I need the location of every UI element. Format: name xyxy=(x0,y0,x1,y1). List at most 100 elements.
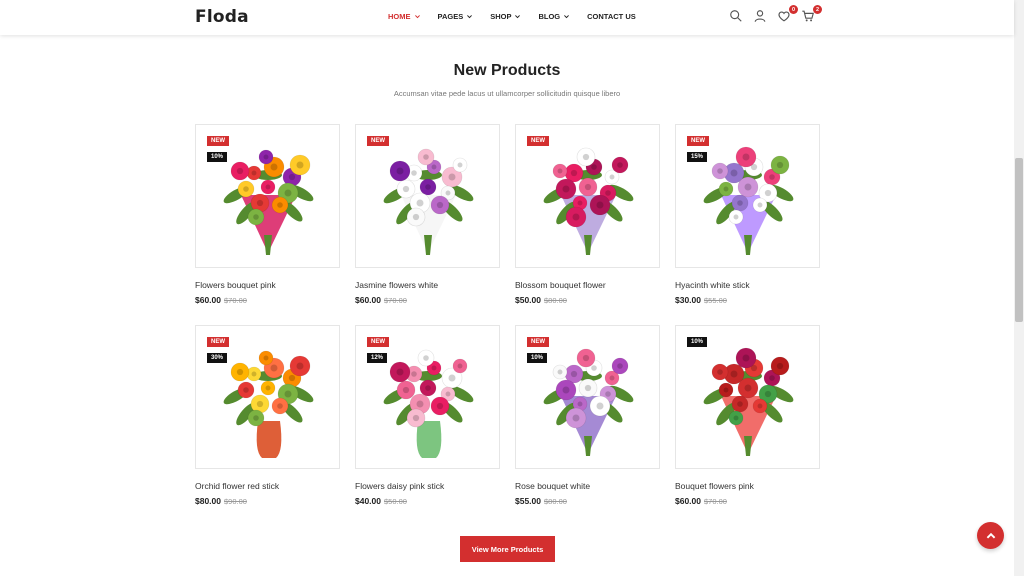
chevron-down-icon xyxy=(515,15,521,19)
discount-badge: 10% xyxy=(207,152,228,162)
product-price-row: $40.00 $50.00 xyxy=(355,496,500,506)
main-nav: HOME PAGES SHOP BLOG CONTACT US xyxy=(388,12,636,21)
product-image-frame[interactable]: NEW 10% xyxy=(515,325,660,469)
scrollbar-thumb[interactable] xyxy=(1015,158,1023,322)
scrollbar[interactable] xyxy=(1014,0,1024,576)
product-image-frame[interactable]: NEW xyxy=(355,124,500,268)
discount-badge: 12% xyxy=(367,353,388,363)
product-old-price: $70.00 xyxy=(704,497,727,506)
discount-badge: 30% xyxy=(207,353,228,363)
product-price: $60.00 xyxy=(675,496,701,506)
product-price: $80.00 xyxy=(195,496,221,506)
search-icon[interactable] xyxy=(729,9,745,25)
cart-icon[interactable]: 2 xyxy=(801,5,822,25)
header-actions: 0 2 xyxy=(729,5,822,25)
product-name[interactable]: Orchid flower red stick xyxy=(195,481,340,491)
product-image xyxy=(383,349,474,458)
product-image-frame[interactable]: NEW 12% xyxy=(355,325,500,469)
site-header: Floda HOME PAGES SHOP BLOG CONTACT US 0 … xyxy=(0,0,1014,35)
discount-badge: 10% xyxy=(527,353,548,363)
discount-badge: 10% xyxy=(687,337,708,347)
product-price-row: $50.00 $80.00 xyxy=(515,295,660,305)
product-image xyxy=(543,147,634,255)
product-price: $55.00 xyxy=(515,496,541,506)
chevron-up-icon xyxy=(986,532,995,538)
product-card[interactable]: NEW 15% Hyacinth white stick $30.00 $55.00 xyxy=(675,124,820,305)
new-badge: NEW xyxy=(527,136,549,146)
product-card[interactable]: 10% Bouquet flowers pink $60.00 $70.00 xyxy=(675,325,820,506)
site-logo[interactable]: Floda xyxy=(195,7,249,27)
product-card[interactable]: NEW 10% Rose bouquet white $55.00 $80.00 xyxy=(515,325,660,506)
nav-pages[interactable]: PAGES xyxy=(438,12,474,21)
product-name[interactable]: Bouquet flowers pink xyxy=(675,481,820,491)
product-card[interactable]: NEW 10% Flowers bouquet pink $60.00 $70.00 xyxy=(195,124,340,305)
product-price-row: $60.00 $70.00 xyxy=(355,295,500,305)
product-price-row: $60.00 $70.00 xyxy=(195,295,340,305)
cart-count-badge: 2 xyxy=(813,5,822,14)
product-price: $60.00 xyxy=(355,295,381,305)
product-card[interactable]: NEW 12% Flowers daisy pink stick $40.00 $50.… xyxy=(355,325,500,506)
wishlist-count-badge: 0 xyxy=(789,5,798,14)
heart-icon[interactable]: 0 xyxy=(777,5,798,25)
product-price: $50.00 xyxy=(515,295,541,305)
new-badge: NEW xyxy=(367,136,389,146)
section-subtitle: Accumsan vitae pede lacus ut ullamcorper… xyxy=(393,89,621,98)
product-price-row: $30.00 $55.00 xyxy=(675,295,820,305)
new-badge: NEW xyxy=(207,136,229,146)
product-image-frame[interactable]: NEW xyxy=(515,124,660,268)
nav-label: CONTACT US xyxy=(587,12,636,21)
nav-contact[interactable]: CONTACT US xyxy=(587,12,636,21)
product-price: $40.00 xyxy=(355,496,381,506)
nav-blog[interactable]: BLOG xyxy=(538,12,570,21)
product-image-frame[interactable]: NEW 15% xyxy=(675,124,820,268)
nav-label: HOME xyxy=(388,12,411,21)
new-badge: NEW xyxy=(207,337,229,347)
product-card[interactable]: NEW 30% Orchid flower red stick $80.00 $90.0… xyxy=(195,325,340,506)
back-to-top-button[interactable] xyxy=(977,522,1004,549)
product-name[interactable]: Jasmine flowers white xyxy=(355,280,500,290)
product-image xyxy=(703,347,794,456)
product-image-frame[interactable]: 10% xyxy=(675,325,820,469)
chevron-down-icon xyxy=(564,15,570,19)
product-old-price: $55.00 xyxy=(704,296,727,305)
product-old-price: $90.00 xyxy=(224,497,247,506)
product-price-row: $80.00 $90.00 xyxy=(195,496,340,506)
product-old-price: $80.00 xyxy=(544,497,567,506)
nav-label: BLOG xyxy=(538,12,561,21)
product-price-row: $60.00 $70.00 xyxy=(675,496,820,506)
new-badge: NEW xyxy=(527,337,549,347)
product-image-frame[interactable]: NEW 30% xyxy=(195,325,340,469)
product-image xyxy=(223,149,314,255)
product-card[interactable]: NEW Blossom bouquet flower $50.00 $80.00 xyxy=(515,124,660,305)
nav-shop[interactable]: SHOP xyxy=(490,12,521,21)
chevron-down-icon xyxy=(467,15,473,19)
product-name[interactable]: Flowers bouquet pink xyxy=(195,280,340,290)
product-card[interactable]: NEW Jasmine flowers white $60.00 $70.00 xyxy=(355,124,500,305)
product-name[interactable]: Blossom bouquet flower xyxy=(515,280,660,290)
product-name[interactable]: Rose bouquet white xyxy=(515,481,660,491)
chevron-down-icon xyxy=(414,15,420,19)
nav-home[interactable]: HOME xyxy=(388,12,421,21)
nav-label: SHOP xyxy=(490,12,512,21)
product-name[interactable]: Flowers daisy pink stick xyxy=(355,481,500,491)
product-old-price: $70.00 xyxy=(384,296,407,305)
product-price: $30.00 xyxy=(675,295,701,305)
section-title: New Products xyxy=(453,62,561,79)
product-price-row: $55.00 $80.00 xyxy=(515,496,660,506)
user-icon[interactable] xyxy=(753,9,769,25)
product-image-frame[interactable]: NEW 10% xyxy=(195,124,340,268)
new-badge: NEW xyxy=(687,136,709,146)
product-old-price: $80.00 xyxy=(544,296,567,305)
product-price: $60.00 xyxy=(195,295,221,305)
product-image xyxy=(543,348,634,456)
product-name[interactable]: Hyacinth white stick xyxy=(675,280,820,290)
new-badge: NEW xyxy=(367,337,389,347)
view-more-button[interactable]: View More Products xyxy=(460,536,555,562)
nav-label: PAGES xyxy=(437,12,464,21)
product-image xyxy=(703,146,794,255)
product-image xyxy=(223,350,314,458)
product-old-price: $50.00 xyxy=(384,497,407,506)
product-image xyxy=(383,148,474,255)
discount-badge: 15% xyxy=(687,152,708,162)
product-old-price: $70.00 xyxy=(224,296,247,305)
